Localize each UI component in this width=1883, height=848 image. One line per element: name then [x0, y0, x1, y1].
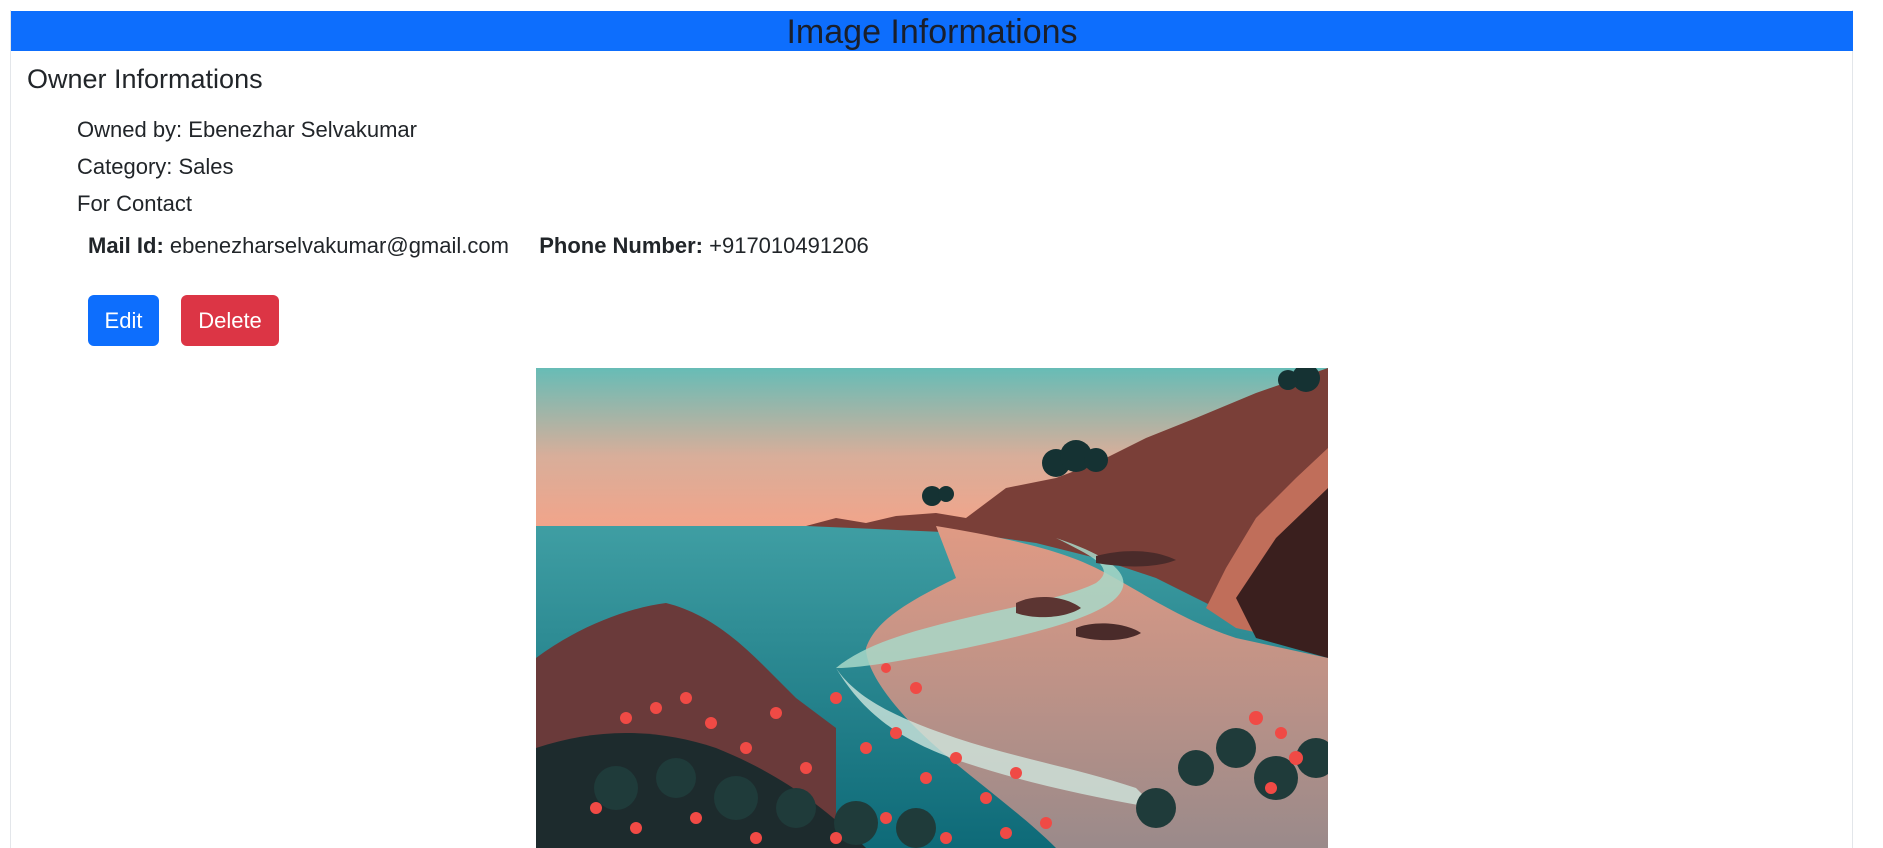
edit-button[interactable]: Edit	[88, 295, 159, 346]
phone-label: Phone Number:	[539, 233, 703, 258]
contact-details: Mail Id: ebenezharselvakumar@gmail.com P…	[88, 233, 869, 259]
page-title: Image Informations	[11, 11, 1853, 51]
owner-image	[536, 368, 1328, 848]
delete-button[interactable]: Delete	[181, 295, 279, 346]
phone-value: +917010491206	[709, 233, 869, 258]
mail-value: ebenezharselvakumar@gmail.com	[169, 233, 509, 258]
category-text: Category: Sales	[77, 154, 234, 179]
mail-label: Mail Id:	[88, 233, 164, 258]
owned-by-text: Owned by: Ebenezhar Selvakumar	[77, 117, 417, 142]
owner-section-heading: Owner Informations	[27, 64, 263, 94]
for-contact-label: For Contact	[77, 191, 192, 216]
